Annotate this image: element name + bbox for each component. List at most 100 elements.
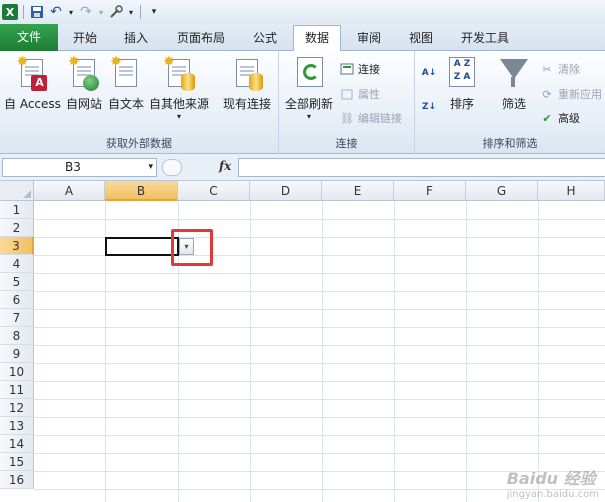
redo-dropdown-icon[interactable]: ▾ (97, 4, 105, 20)
row-header[interactable]: 16 (0, 471, 34, 489)
from-other-sources-button[interactable]: ✸ 自其他来源 ▾ (149, 55, 209, 121)
name-box[interactable]: B3 ▾ (2, 158, 157, 177)
gridline (34, 453, 605, 454)
tab-page-layout[interactable]: 页面布局 (168, 26, 234, 51)
link-icon: ⛓ (340, 111, 354, 125)
select-all-corner[interactable] (0, 181, 34, 201)
gridline (34, 291, 605, 292)
undo-dropdown-icon[interactable]: ▾ (67, 4, 75, 20)
formula-input[interactable] (238, 158, 605, 177)
separator (23, 5, 24, 19)
tools-icon[interactable] (108, 4, 124, 20)
spreadsheet-grid[interactable]: A B C D E F G H 1 2 3 4 5 6 7 8 9 10 11 … (0, 181, 605, 502)
gridline (34, 219, 605, 220)
existing-connections-button[interactable]: 现有连接 (223, 55, 271, 112)
gridline (34, 273, 605, 274)
clear-filter-icon: ✂ (542, 62, 552, 76)
quick-access-toolbar: X ↶ ▾ ↷ ▾ ▾ ▾ (0, 0, 605, 24)
formula-bar-divider[interactable] (162, 159, 182, 176)
tab-home[interactable]: 开始 (62, 26, 108, 51)
column-header-h[interactable]: H (538, 181, 605, 201)
sort-ascending-button[interactable]: A↓ (421, 65, 437, 81)
group-sort-filter: A↓ Z↓ A ZZ A 排序 筛选 ✂ 清除 ⟳ 重新应用 ✔ 高级 排序和筛… (415, 51, 605, 154)
column-header-g[interactable]: G (466, 181, 538, 201)
row-header[interactable]: 1 (0, 201, 34, 219)
chevron-down-icon: ▾ (307, 112, 312, 121)
column-header-b[interactable]: B (105, 181, 178, 201)
web-icon: ✸ (68, 55, 100, 91)
row-header[interactable]: 12 (0, 399, 34, 417)
from-text-button[interactable]: ✸ 自文本 (108, 55, 144, 112)
tab-review[interactable]: 审阅 (346, 26, 392, 51)
row-header[interactable]: 11 (0, 381, 34, 399)
refresh-icon (293, 55, 325, 91)
clear-button[interactable]: ✂ 清除 (539, 61, 580, 77)
from-access-button[interactable]: ✸ A 自 Access (4, 55, 61, 112)
sort-button[interactable]: A ZZ A 排序 (446, 55, 478, 112)
watermark: Baidu 经验 jingyan.baidu.com (506, 469, 599, 500)
column-header-f[interactable]: F (394, 181, 466, 201)
active-cell-b3[interactable] (105, 237, 179, 256)
tab-file[interactable]: 文件 (0, 24, 58, 51)
column-header-c[interactable]: C (178, 181, 250, 201)
gridline (394, 201, 395, 502)
group-get-external-data: ✸ A 自 Access ✸ 自网站 ✸ 自文本 ✸ 自其他来源 ▾ 现有连接 … (0, 51, 279, 154)
formula-bar: B3 ▾ fx (0, 154, 605, 181)
column-header-d[interactable]: D (250, 181, 322, 201)
gridline (34, 345, 605, 346)
text-file-icon: ✸ (110, 55, 142, 91)
row-header[interactable]: 7 (0, 309, 34, 327)
tab-formulas[interactable]: 公式 (242, 26, 288, 51)
ribbon-tabs: 文件 开始 插入 页面布局 公式 数据 审阅 视图 开发工具 (0, 24, 605, 51)
row-header[interactable]: 13 (0, 417, 34, 435)
group-label: 获取外部数据 (106, 137, 172, 150)
properties-button[interactable]: 属性 (339, 86, 380, 102)
group-label: 连接 (335, 137, 358, 150)
advanced-button[interactable]: ✔ 高级 (539, 110, 580, 126)
from-web-button[interactable]: ✸ 自网站 (66, 55, 102, 112)
sort-descending-icon: Z↓ (421, 102, 437, 112)
row-header[interactable]: 9 (0, 345, 34, 363)
gridline (34, 327, 605, 328)
gridline (34, 309, 605, 310)
excel-logo-icon[interactable]: X (2, 4, 18, 20)
row-header[interactable]: 2 (0, 219, 34, 237)
filter-icon (498, 55, 530, 91)
column-header-a[interactable]: A (34, 181, 105, 201)
gridline (34, 363, 605, 364)
gridline (250, 201, 251, 502)
row-header[interactable]: 14 (0, 435, 34, 453)
undo-icon[interactable]: ↶ (48, 4, 64, 20)
excel-window: X ↶ ▾ ↷ ▾ ▾ ▾ 文件 开始 插入 页面布局 公式 数据 审阅 视图 … (0, 0, 605, 502)
column-header-e[interactable]: E (322, 181, 394, 201)
tab-data[interactable]: 数据 (293, 25, 341, 51)
refresh-all-button[interactable]: 全部刷新 ▾ (285, 55, 333, 121)
save-icon[interactable] (29, 4, 45, 20)
reapply-icon: ⟳ (542, 87, 552, 101)
sort-descending-button[interactable]: Z↓ (421, 99, 437, 115)
customize-qat-icon[interactable]: ▾ (146, 4, 162, 20)
tab-developer[interactable]: 开发工具 (450, 26, 520, 51)
row-header[interactable]: 15 (0, 453, 34, 471)
annotation-highlight-box (171, 229, 213, 266)
edit-links-button[interactable]: ⛓ 编辑链接 (339, 110, 402, 126)
chevron-down-icon[interactable]: ▾ (148, 159, 153, 176)
row-header-selected[interactable]: 3 (0, 237, 34, 255)
row-header[interactable]: 5 (0, 273, 34, 291)
filter-button[interactable]: 筛选 (498, 55, 530, 112)
tools-dropdown-icon[interactable]: ▾ (127, 4, 135, 20)
tab-insert[interactable]: 插入 (112, 26, 160, 51)
row-header[interactable]: 10 (0, 363, 34, 381)
group-connections: 全部刷新 ▾ 连接 属性 ⛓ 编辑链接 连接 (279, 51, 415, 154)
reapply-button[interactable]: ⟳ 重新应用 (539, 86, 602, 102)
ribbon-data: ✸ A 自 Access ✸ 自网站 ✸ 自文本 ✸ 自其他来源 ▾ 现有连接 … (0, 51, 605, 154)
row-header[interactable]: 6 (0, 291, 34, 309)
tab-view[interactable]: 视图 (398, 26, 444, 51)
redo-icon[interactable]: ↷ (78, 4, 94, 20)
gridline (322, 201, 323, 502)
row-header[interactable]: 4 (0, 255, 34, 273)
connections-button[interactable]: 连接 (339, 61, 380, 77)
insert-function-icon[interactable]: fx (219, 159, 231, 173)
row-header[interactable]: 8 (0, 327, 34, 345)
sort-ascending-icon: A↓ (421, 68, 437, 78)
